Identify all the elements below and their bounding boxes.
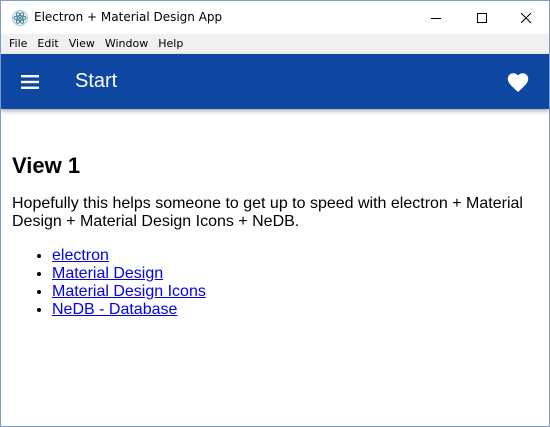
heart-icon[interactable] [506,71,530,93]
menu-icon[interactable] [19,73,41,91]
close-button[interactable] [503,1,549,34]
link-list: electron Material Design Material Design… [12,247,537,319]
list-item: electron [52,247,537,265]
page-heading: View 1 [12,153,81,178]
link-electron[interactable]: electron [52,247,109,264]
menu-window[interactable]: Window [100,34,153,54]
minimize-icon [431,17,441,19]
link-material-design[interactable]: Material Design [52,265,163,282]
menu-view[interactable]: View [64,34,100,54]
menu-bar: File Edit View Window Help [1,34,549,54]
link-nedb-database[interactable]: NeDB - Database [52,301,177,318]
maximize-button[interactable] [459,1,505,34]
intro-paragraph: Hopefully this helps someone to get up t… [12,195,523,230]
list-item: NeDB - Database [52,301,537,319]
app-window: Electron + Material Design App File Edit… [0,0,550,427]
minimize-button[interactable] [413,1,459,34]
list-item: Material Design Icons [52,283,537,301]
maximize-icon [477,12,487,23]
electron-app-icon [12,10,28,26]
menu-help[interactable]: Help [153,34,188,54]
window-title: Electron + Material Design App [34,10,223,24]
close-icon [521,12,531,23]
toolbar-title: Start [75,70,118,92]
menu-file[interactable]: File [4,34,32,54]
app-toolbar: Start [1,54,549,109]
main-content: View 1 Hopefully this helps someone to g… [12,151,537,319]
list-item: Material Design [52,265,537,283]
menu-edit[interactable]: Edit [32,34,63,54]
title-bar[interactable]: Electron + Material Design App [1,1,549,34]
link-material-design-icons[interactable]: Material Design Icons [52,283,206,300]
